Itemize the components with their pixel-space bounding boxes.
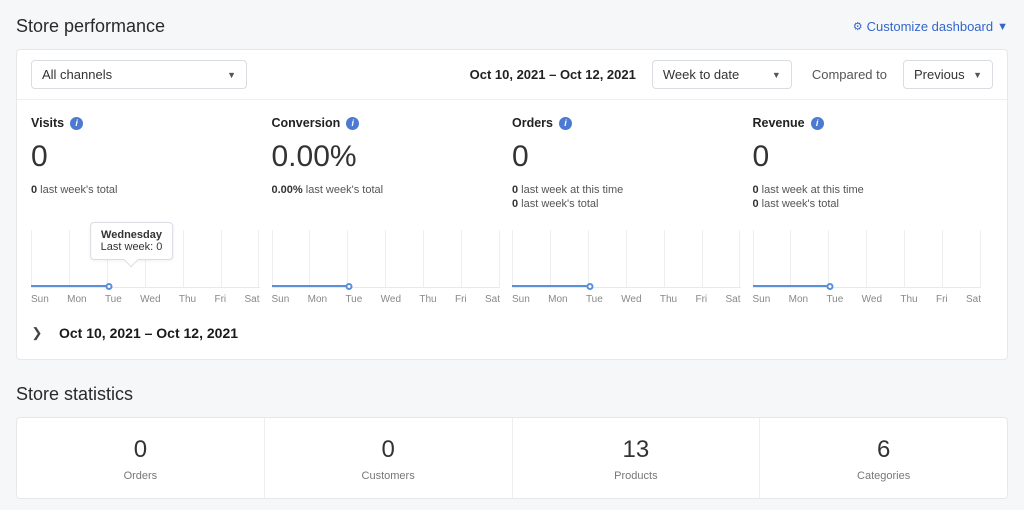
- store-performance-title: Store performance: [16, 16, 165, 37]
- channel-select-label: All channels: [42, 67, 112, 82]
- metric-subtext: 0 last week's total: [512, 198, 741, 210]
- performance-panel-header: All channels ▼ Oct 10, 2021 – Oct 12, 20…: [17, 50, 1007, 100]
- chart-tooltip: WednesdayLast week: 0: [90, 222, 174, 260]
- compare-select[interactable]: Previous ▼: [903, 60, 993, 89]
- metric-chart[interactable]: SunMonTueWedThuFriSat: [753, 230, 994, 305]
- chart-axis: SunMonTueWedThuFriSat: [512, 294, 741, 305]
- metric-card: Revenue i 0 0 last week at this time 0 last …: [753, 116, 994, 212]
- metric-value: 0: [31, 142, 260, 172]
- caret-down-icon: ▼: [973, 70, 982, 80]
- metric-subtext: 0.00% last week's total: [272, 184, 501, 196]
- gear-icon: ⚙: [853, 20, 863, 33]
- info-icon[interactable]: i: [811, 117, 824, 130]
- period-select-label: Week to date: [663, 67, 739, 82]
- info-icon[interactable]: i: [346, 117, 359, 130]
- metric-chart[interactable]: SunMonTueWedThuFriSat: [512, 230, 753, 305]
- customize-dashboard-button[interactable]: ⚙ Customize dashboard ▼: [853, 19, 1008, 34]
- stat-value: 0: [17, 436, 264, 464]
- metric-title: Orders: [512, 116, 553, 130]
- metric-subtext: 0 last week at this time: [753, 184, 982, 196]
- stat-value: 0: [265, 436, 512, 464]
- metric-subtext: 0 last week at this time: [512, 184, 741, 196]
- metric-card: Visitsi 0 0 last week's total: [31, 116, 272, 212]
- chart-axis: SunMonTueWedThuFriSat: [753, 294, 982, 305]
- chevron-right-icon: ❯: [31, 325, 43, 341]
- metric-title: Visits: [31, 116, 64, 130]
- stat-value: 6: [760, 436, 1007, 464]
- metric-subtext: 0 last week's total: [753, 198, 982, 210]
- stat-label: Categories: [760, 470, 1007, 482]
- caret-down-icon: ▼: [772, 70, 781, 80]
- performance-panel: All channels ▼ Oct 10, 2021 – Oct 12, 20…: [16, 49, 1008, 360]
- metric-title: Revenue: [753, 116, 805, 130]
- stat-card[interactable]: 0 Customers: [264, 418, 512, 498]
- metric-card: Ordersi 0 0 last week at this time 0 last w…: [512, 116, 753, 212]
- info-icon[interactable]: i: [70, 117, 83, 130]
- date-range-row[interactable]: ❯ Oct 10, 2021 – Oct 12, 2021: [17, 305, 1007, 359]
- metric-value: 0.00%: [272, 142, 501, 172]
- compared-to-label: Compared to: [812, 67, 887, 82]
- metric-title: Conversion: [272, 116, 341, 130]
- metric-value: 0: [512, 142, 741, 172]
- chart-axis: SunMonTueWedThuFriSat: [31, 294, 260, 305]
- info-icon[interactable]: i: [559, 117, 572, 130]
- metric-chart[interactable]: SunMonTueWedThuFriSat: [272, 230, 513, 305]
- tooltip-value: Last week: 0: [101, 241, 163, 253]
- stats-panel: 0Orders0Customers13Products6Categories: [16, 417, 1008, 499]
- stat-value: 13: [513, 436, 760, 464]
- metric-card: Conversion i 0.00% 0.00% last week's total: [272, 116, 513, 212]
- stat-label: Customers: [265, 470, 512, 482]
- stat-label: Orders: [17, 470, 264, 482]
- stat-card[interactable]: 0 Orders: [17, 418, 264, 498]
- tooltip-day: Wednesday: [101, 229, 163, 241]
- caret-down-icon: ▼: [997, 21, 1008, 33]
- customize-dashboard-label: Customize dashboard: [867, 19, 993, 34]
- compare-select-label: Previous: [914, 67, 965, 82]
- stat-card[interactable]: 6 Categories: [759, 418, 1007, 498]
- channel-select[interactable]: All channels ▼: [31, 60, 247, 89]
- date-range-footer-label: Oct 10, 2021 – Oct 12, 2021: [59, 325, 238, 341]
- stat-label: Products: [513, 470, 760, 482]
- chart-axis: SunMonTueWedThuFriSat: [272, 294, 501, 305]
- metric-chart[interactable]: WednesdayLast week: 0 SunMonTueWedThuFriS…: [31, 230, 272, 305]
- period-select[interactable]: Week to date ▼: [652, 60, 792, 89]
- caret-down-icon: ▼: [227, 70, 236, 80]
- date-range-label: Oct 10, 2021 – Oct 12, 2021: [470, 67, 636, 82]
- metric-value: 0: [753, 142, 982, 172]
- store-statistics-title: Store statistics: [16, 384, 1008, 405]
- metric-subtext: 0 last week's total: [31, 184, 260, 196]
- stat-card[interactable]: 13 Products: [512, 418, 760, 498]
